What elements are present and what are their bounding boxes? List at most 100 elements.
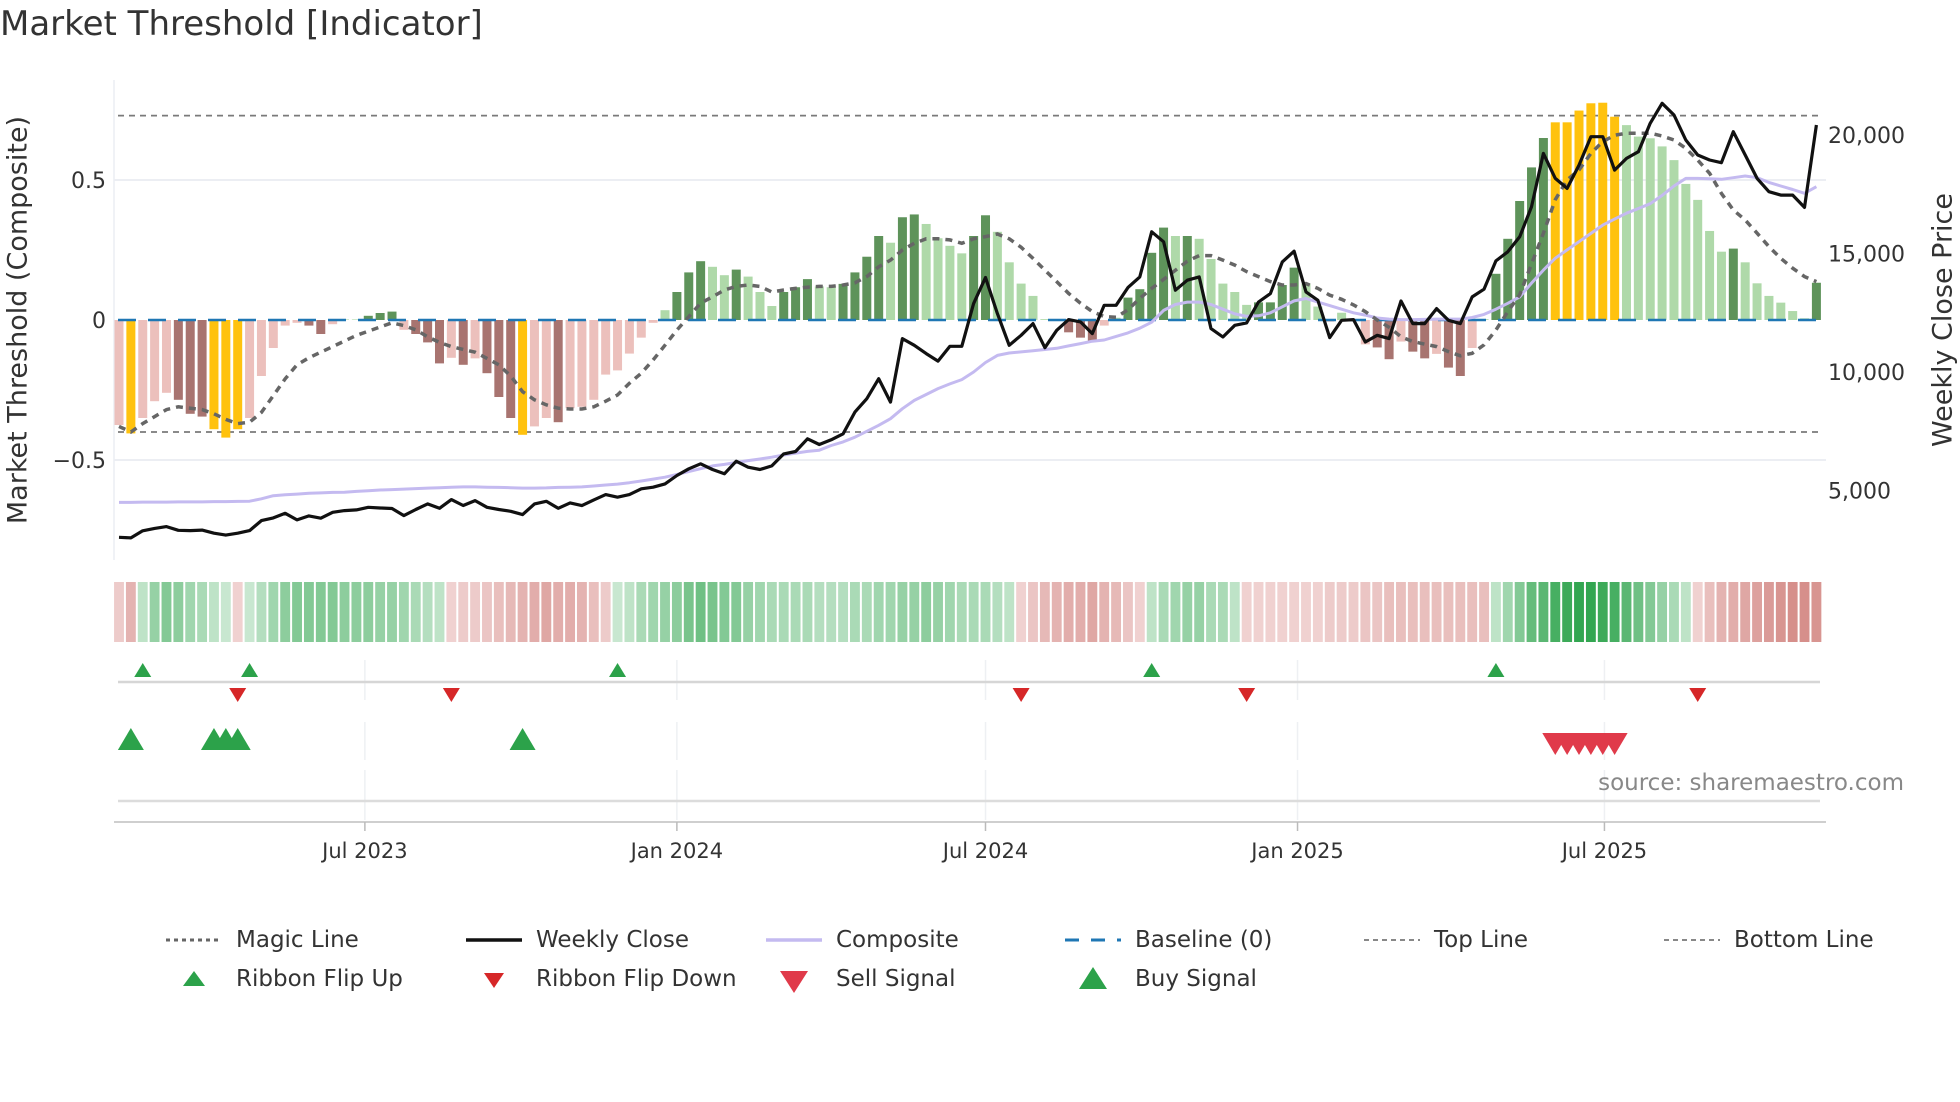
composite-bar (1028, 295, 1038, 320)
y-tick-label: −0.5 (53, 449, 106, 474)
ribbon-cell (482, 582, 492, 642)
ribbon-flip-up-marker (1487, 663, 1505, 677)
ribbon-cell (648, 582, 659, 642)
composite-bar (802, 279, 812, 320)
ribbon-cell (909, 582, 920, 642)
ribbon-cell (624, 582, 635, 642)
ribbon-cell (1039, 582, 1050, 642)
ribbon-cell (1752, 582, 1762, 642)
legend-item[interactable]: Ribbon Flip Down (466, 964, 737, 994)
ribbon-cell (209, 582, 219, 642)
composite-bar (1705, 230, 1715, 320)
ribbon-cell (220, 582, 231, 642)
ribbon-cell (1206, 582, 1216, 642)
legend-item[interactable]: Sell Signal (766, 964, 956, 994)
composite-bar (197, 320, 207, 417)
triangle-down-red-large-icon (766, 964, 822, 994)
ribbon-cell (588, 582, 599, 642)
ribbon-cell (1680, 582, 1691, 642)
ribbon-cell (363, 582, 374, 642)
ribbon-cell (1407, 582, 1418, 642)
ribbon-cell (1740, 582, 1751, 642)
ribbon-cell (1775, 582, 1786, 642)
ribbon-cell (1514, 582, 1525, 642)
composite-bar (256, 320, 266, 376)
ribbon-cell (149, 582, 160, 642)
composite-bar (1645, 138, 1655, 320)
ribbon-cell (387, 582, 397, 642)
composite-bar (423, 320, 433, 343)
x-tick-label: Jul 2024 (941, 839, 1028, 863)
composite-bar (1562, 122, 1572, 320)
composite-bar (1728, 248, 1738, 320)
ribbon-flip-down-marker (1238, 688, 1256, 702)
legend-item[interactable]: Buy Signal (1065, 964, 1257, 994)
ribbon-cell (1075, 582, 1086, 642)
legend-label: Composite (836, 927, 959, 953)
composite-bar (696, 261, 706, 320)
solid-black-line-icon (466, 925, 522, 955)
ribbon-cell (802, 582, 813, 642)
legend-label: Top Line (1434, 927, 1529, 953)
composite-bar (1550, 122, 1560, 320)
ribbon-flip-up-marker (1143, 663, 1161, 677)
ribbon-cell (1241, 582, 1252, 642)
ribbon-cell (1799, 582, 1810, 642)
ribbon-cell (410, 582, 421, 642)
composite-bar (150, 320, 160, 402)
composite-bar (957, 253, 967, 320)
composite-bar (1776, 302, 1786, 320)
ribbon-cell (1763, 582, 1774, 642)
ribbon-cell (1146, 582, 1157, 642)
ribbon-cell (1669, 582, 1679, 642)
ribbon-cell (446, 582, 457, 642)
ribbon-cell (1111, 582, 1122, 642)
composite-bar (1716, 251, 1726, 320)
composite-bar (1752, 283, 1762, 320)
legend-item[interactable]: Composite (766, 925, 959, 955)
composite-bar (1455, 320, 1465, 376)
ribbon-cell (933, 582, 943, 642)
composite-bar (648, 320, 658, 323)
composite-bar (138, 320, 148, 418)
buy-signal-marker (117, 728, 144, 750)
ribbon-cell (861, 582, 872, 642)
dotted-line-icon (166, 925, 222, 955)
magic-line (118, 131, 1818, 435)
y-tick-label: 0 (92, 309, 106, 334)
ribbon-cell (826, 582, 837, 642)
composite-bar (1099, 320, 1109, 326)
composite-bar (185, 320, 195, 414)
legend-item[interactable]: Weekly Close (466, 925, 689, 955)
legend-item[interactable]: Ribbon Flip Up (166, 964, 403, 994)
composite-bar (1621, 125, 1631, 321)
composite-bar (387, 311, 397, 320)
composite-bar (684, 272, 694, 320)
ribbon-cell (755, 582, 765, 642)
legend-item[interactable]: Magic Line (166, 925, 359, 955)
composite-bar (375, 313, 385, 320)
legend-item[interactable]: Bottom Line (1664, 925, 1874, 955)
composite-bar (862, 256, 872, 320)
composite-bar (506, 320, 516, 418)
ribbon-cell (114, 582, 124, 642)
composite-bar (755, 292, 765, 320)
ribbon-cell (173, 582, 184, 642)
ribbon-cell (885, 582, 896, 642)
ribbon-cell (1289, 582, 1300, 642)
legend-label: Weekly Close (536, 927, 689, 953)
ribbon-cell (636, 582, 647, 642)
ribbon-cell (1324, 582, 1335, 642)
ribbon-cell (612, 582, 623, 642)
ribbon-cell (1633, 582, 1644, 642)
ribbon-cell (1621, 582, 1632, 642)
y-right-tick-label: 5,000 (1828, 480, 1891, 505)
composite-bar (233, 320, 243, 430)
legend-item[interactable]: Top Line (1364, 925, 1528, 955)
ribbon-cell (1787, 582, 1798, 642)
ribbon-cell (185, 582, 196, 642)
ribbon-cell (1609, 582, 1620, 642)
legend-item[interactable]: Baseline (0) (1065, 925, 1272, 955)
ribbon-cell (1396, 582, 1406, 642)
composite-bar (1657, 146, 1667, 320)
